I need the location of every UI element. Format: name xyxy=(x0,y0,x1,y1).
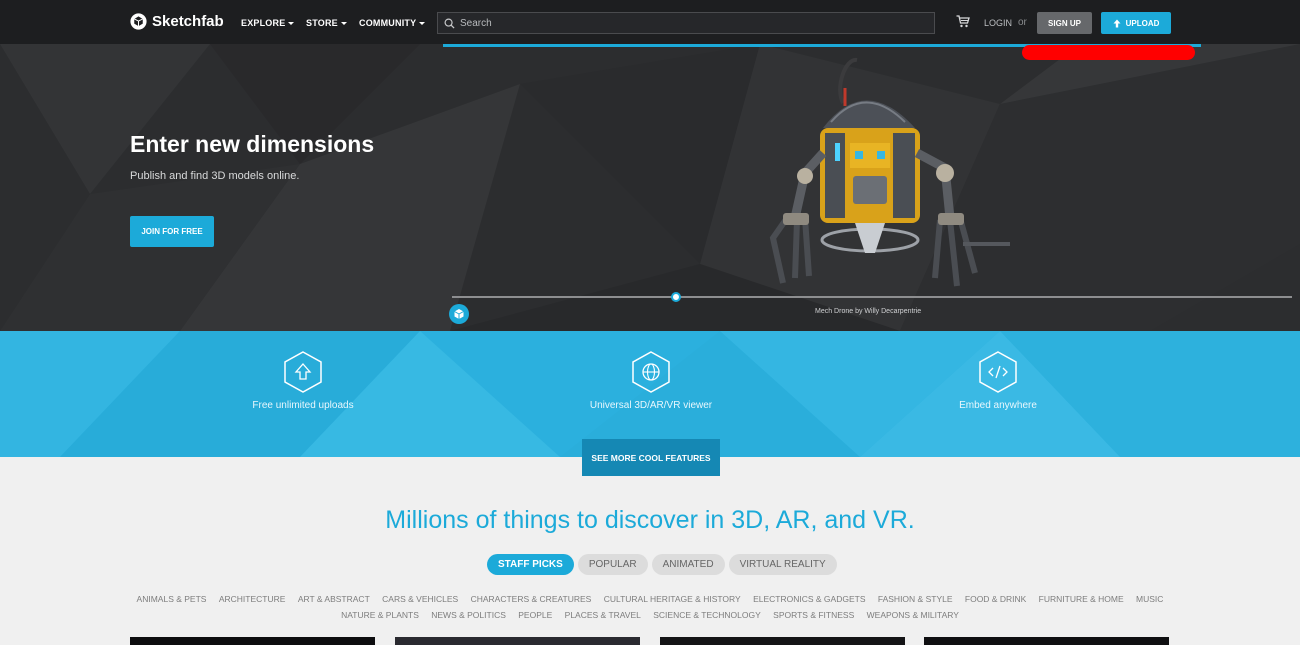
feature-uploads-label: Free unlimited uploads xyxy=(252,400,354,411)
see-more-features-button[interactable]: SEE MORE COOL FEATURES xyxy=(582,439,720,476)
category-sports-fitness[interactable]: SPORTS & FITNESS xyxy=(773,610,854,620)
hero-polygon-background xyxy=(0,44,1300,331)
or-text: or xyxy=(1018,17,1027,28)
timeline-scrubber[interactable] xyxy=(671,292,681,302)
search-icon xyxy=(444,18,455,29)
join-for-free-button[interactable]: JOIN FOR FREE xyxy=(130,216,214,247)
animation-timeline[interactable] xyxy=(452,296,1292,298)
hero-subtitle: Publish and find 3D models online. xyxy=(130,170,300,182)
model-card[interactable] xyxy=(130,637,375,645)
category-music[interactable]: MUSIC xyxy=(1136,594,1163,604)
category-links-row-2: NATURE & PLANTS NEWS & POLITICS PEOPLE P… xyxy=(0,610,1300,620)
chevron-down-icon xyxy=(419,22,426,26)
search-input[interactable] xyxy=(460,17,920,29)
tab-virtual-reality[interactable]: VIRTUAL REALITY xyxy=(728,554,837,575)
cart-icon xyxy=(956,15,970,28)
category-food-drink[interactable]: FOOD & DRINK xyxy=(965,594,1026,604)
mech-drone-model[interactable] xyxy=(765,48,1015,293)
category-cars-vehicles[interactable]: CARS & VEHICLES xyxy=(382,594,458,604)
model-card[interactable] xyxy=(924,637,1169,645)
feature-viewer: Universal 3D/AR/VR viewer xyxy=(551,351,751,411)
hero-section: Enter new dimensions Publish and find 3D… xyxy=(0,44,1300,331)
category-fashion-style[interactable]: FASHION & STYLE xyxy=(878,594,953,604)
category-places-travel[interactable]: PLACES & TRAVEL xyxy=(565,610,641,620)
hero-title: Enter new dimensions xyxy=(130,131,375,157)
category-architecture[interactable]: ARCHITECTURE xyxy=(219,594,286,604)
highlight-mark xyxy=(1022,45,1195,60)
chevron-down-icon xyxy=(340,22,347,26)
sketchfab-logo[interactable]: Sketchfab xyxy=(130,13,224,30)
nav-community-label: COMMUNITY xyxy=(359,18,417,28)
category-art-abstract[interactable]: ART & ABSTRACT xyxy=(298,594,370,604)
category-furniture-home[interactable]: FURNITURE & HOME xyxy=(1039,594,1124,604)
category-cultural-heritage[interactable]: CULTURAL HERITAGE & HISTORY xyxy=(604,594,741,604)
category-nature-plants[interactable]: NATURE & PLANTS xyxy=(341,610,419,620)
tab-animated[interactable]: ANIMATED xyxy=(651,554,725,575)
model-caption[interactable]: Mech Drone by Willy Decarpentrie xyxy=(815,308,921,315)
nav-community[interactable]: COMMUNITY xyxy=(359,18,426,28)
cube-icon xyxy=(454,309,464,319)
feature-embed-label: Embed anywhere xyxy=(959,400,1037,411)
search-box[interactable] xyxy=(437,12,935,34)
top-navbar: Sketchfab EXPLORE STORE COMMUNITY LOGIN … xyxy=(0,0,1300,44)
category-animals-pets[interactable]: ANIMALS & PETS xyxy=(137,594,207,604)
feature-viewer-label: Universal 3D/AR/VR viewer xyxy=(589,400,713,411)
nav-explore-label: EXPLORE xyxy=(241,18,286,28)
upload-button[interactable]: UPLOAD xyxy=(1101,12,1171,34)
category-weapons-military[interactable]: WEAPONS & MILITARY xyxy=(867,610,959,620)
nav-explore[interactable]: EXPLORE xyxy=(241,18,295,28)
login-link[interactable]: LOGIN xyxy=(984,18,1012,28)
cart-button[interactable] xyxy=(956,15,970,33)
globe-icon xyxy=(632,351,670,393)
category-people[interactable]: PEOPLE xyxy=(518,610,552,620)
code-icon xyxy=(979,351,1017,393)
nav-store[interactable]: STORE xyxy=(306,18,347,28)
chevron-down-icon xyxy=(288,22,295,26)
sketchfab-logo-icon xyxy=(130,13,147,30)
upload-icon xyxy=(284,351,322,393)
category-characters-creatures[interactable]: CHARACTERS & CREATURES xyxy=(471,594,592,604)
tab-staff-picks[interactable]: STAFF PICKS xyxy=(487,554,574,575)
nav-store-label: STORE xyxy=(306,18,338,28)
discover-tabs: STAFF PICKS POPULAR ANIMATED VIRTUAL REA… xyxy=(487,554,837,575)
brand-name: Sketchfab xyxy=(152,13,224,30)
upload-label: UPLOAD xyxy=(1125,18,1160,28)
model-info-button[interactable] xyxy=(449,304,469,324)
category-links-row-1: ANIMALS & PETS ARCHITECTURE ART & ABSTRA… xyxy=(0,594,1300,604)
category-electronics-gadgets[interactable]: ELECTRONICS & GADGETS xyxy=(753,594,865,604)
discover-heading: Millions of things to discover in 3D, AR… xyxy=(385,506,915,534)
category-science-technology[interactable]: SCIENCE & TECHNOLOGY xyxy=(653,610,761,620)
feature-uploads: Free unlimited uploads xyxy=(203,351,403,411)
feature-embed: Embed anywhere xyxy=(898,351,1098,411)
category-news-politics[interactable]: NEWS & POLITICS xyxy=(431,610,506,620)
model-card[interactable] xyxy=(395,637,640,645)
signup-button[interactable]: SIGN UP xyxy=(1037,12,1092,34)
arrow-up-icon xyxy=(1113,19,1121,27)
model-card[interactable] xyxy=(660,637,905,645)
tab-popular[interactable]: POPULAR xyxy=(577,554,648,575)
